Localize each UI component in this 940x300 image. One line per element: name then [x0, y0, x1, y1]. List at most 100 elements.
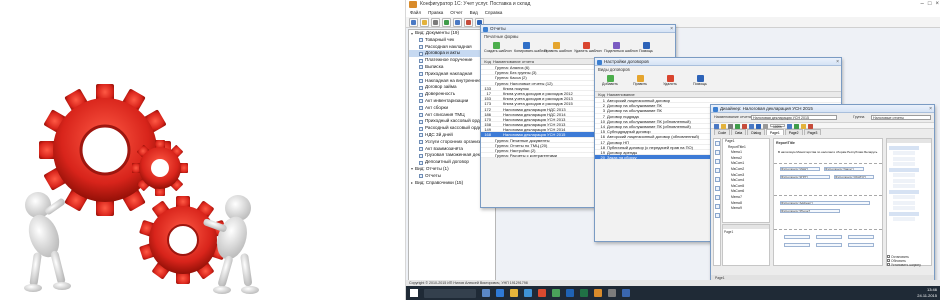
- menu-report[interactable]: Отчет: [450, 9, 462, 17]
- group-select[interactable]: Налоговые отчеты: [871, 115, 931, 120]
- checkbox[interactable]: [887, 259, 890, 262]
- report-field-empty[interactable]: [784, 235, 810, 239]
- toolbar-button[interactable]: Поделиться шаблон: [604, 42, 638, 57]
- list-icon[interactable]: [453, 18, 462, 27]
- toolbar-button[interactable]: Добавить: [598, 75, 622, 90]
- expand-toggle-icon[interactable]: ▸: [410, 181, 414, 185]
- tools-icon[interactable]: [431, 18, 440, 27]
- close-icon[interactable]: ×: [935, 0, 939, 9]
- data-tree-node[interactable]: [893, 195, 915, 199]
- task-view-icon[interactable]: [482, 289, 490, 297]
- report-title-band[interactable]: ReportTitle: [776, 141, 795, 145]
- data-tree-node[interactable]: [893, 162, 915, 166]
- data-tree-node[interactable]: [893, 206, 915, 210]
- media-icon[interactable]: [538, 289, 546, 297]
- app-green-icon[interactable]: [552, 289, 560, 297]
- column-name[interactable]: Наименование: [607, 92, 635, 97]
- palette-pict-icon[interactable]: [715, 168, 720, 173]
- report-field[interactable]: [frxCompany."OKATO"]: [834, 175, 874, 179]
- minimize-icon[interactable]: –: [921, 0, 924, 9]
- palette-shape-icon[interactable]: [715, 186, 720, 191]
- report-name-input[interactable]: Налоговая декларация УСН 2015: [751, 115, 837, 120]
- calendar-icon[interactable]: [464, 18, 473, 27]
- checkbox[interactable]: [887, 255, 890, 258]
- page-intro-text[interactable]: В налоговую Министерства по налогам и сб…: [778, 150, 878, 155]
- close-icon[interactable]: ×: [670, 25, 673, 33]
- zoom-select[interactable]: 100%: [770, 124, 785, 129]
- palette-memo-icon[interactable]: [715, 159, 720, 164]
- documents-icon[interactable]: [442, 18, 451, 27]
- report-field[interactable]: [frxCompany."Name"]: [824, 167, 864, 171]
- data-tree-node[interactable]: [893, 173, 915, 177]
- menu-file[interactable]: Файл: [410, 9, 421, 17]
- report-field[interactable]: [frxCompany."ИНН"]: [780, 167, 820, 171]
- accounting-app-icon[interactable]: [594, 289, 602, 297]
- report-field-empty[interactable]: [816, 235, 842, 239]
- tab-data[interactable]: Data: [731, 129, 747, 135]
- reports-window-titlebar[interactable]: Отчеты ×: [481, 25, 675, 33]
- explorer-icon[interactable]: [510, 289, 518, 297]
- close-icon[interactable]: ×: [929, 105, 932, 113]
- toolbar-button[interactable]: Удалить: [658, 75, 682, 90]
- expand-toggle-icon[interactable]: ▾: [410, 31, 414, 36]
- tab-page2[interactable]: Page2: [784, 129, 803, 135]
- palette-band-icon[interactable]: [715, 150, 720, 155]
- tab-page1[interactable]: Page1: [765, 129, 784, 135]
- palette-line-icon[interactable]: [715, 177, 720, 182]
- tab-code[interactable]: Code: [714, 129, 731, 135]
- tab-dialog[interactable]: Dialog: [747, 129, 765, 135]
- report-field[interactable]: [frxCompany."Address"]: [780, 201, 870, 205]
- report-field-empty[interactable]: [848, 235, 874, 239]
- toolbar-button[interactable]: Править шаблон: [544, 42, 572, 57]
- taskbar-clock[interactable]: 13:46 24.11.2015: [917, 287, 937, 298]
- close-icon[interactable]: ×: [836, 58, 839, 66]
- edge-icon[interactable]: [496, 289, 504, 297]
- report-field-empty[interactable]: [784, 243, 810, 247]
- column-code[interactable]: Код: [481, 59, 493, 64]
- toolbar-button[interactable]: Помощь: [688, 75, 712, 90]
- palette-barcode-icon[interactable]: [715, 204, 720, 209]
- tab-page3[interactable]: Page3: [803, 129, 822, 135]
- menu-help[interactable]: Справка: [485, 9, 503, 17]
- settings-icon[interactable]: [608, 289, 616, 297]
- menu-view[interactable]: Вид: [470, 9, 478, 17]
- toolbar-button[interactable]: Создать шаблон: [484, 42, 512, 57]
- designer-window-titlebar[interactable]: Дизайнер: Налоговая декларация УСН 2015 …: [711, 105, 934, 113]
- report-field[interactable]: [frxCompany."КПП"]: [780, 175, 830, 179]
- column-code[interactable]: Код: [595, 92, 607, 97]
- data-tree-node[interactable]: [893, 217, 915, 221]
- store-icon[interactable]: [524, 289, 532, 297]
- windows-start-icon[interactable]: [410, 289, 418, 297]
- report-field-empty[interactable]: [816, 243, 842, 247]
- object-tree-item[interactable]: Memo9: [723, 206, 769, 212]
- data-tree-node[interactable]: [893, 178, 915, 183]
- menu-edit[interactable]: Правка: [428, 9, 443, 17]
- maximize-icon[interactable]: □: [928, 0, 932, 9]
- toolbar-button[interactable]: Копировать шаблон: [514, 42, 547, 57]
- expand-toggle-icon[interactable]: ▾: [410, 167, 414, 171]
- column-report-name[interactable]: Наименование отчета: [493, 59, 534, 64]
- designer-option[interactable]: Установить ширину: [887, 263, 921, 267]
- contracts-window-titlebar[interactable]: Настройки договоров ×: [595, 58, 841, 66]
- data-tree-node[interactable]: [889, 167, 919, 172]
- data-tree-node[interactable]: [889, 211, 919, 216]
- word-icon[interactable]: [566, 289, 574, 297]
- data-tree-node[interactable]: [893, 156, 915, 161]
- taskbar-search-box[interactable]: [424, 288, 476, 298]
- open-icon[interactable]: [420, 18, 429, 27]
- report-field[interactable]: [frxCompany."Phone"]: [780, 209, 840, 213]
- app-blue-icon[interactable]: [622, 289, 630, 297]
- data-tree-node[interactable]: [889, 189, 919, 194]
- data-tree-node[interactable]: [893, 184, 915, 188]
- palette-chart-icon[interactable]: [715, 213, 720, 218]
- save-icon[interactable]: [409, 18, 418, 27]
- toolbar-button[interactable]: Править: [628, 75, 652, 90]
- palette-cancel-icon[interactable]: [715, 141, 720, 146]
- palette-checkbox-icon[interactable]: [715, 195, 720, 200]
- data-tree-node[interactable]: [893, 200, 915, 205]
- toolbar-button[interactable]: Удалить шаблон: [574, 42, 602, 57]
- checkbox[interactable]: [887, 263, 890, 266]
- data-tree-node[interactable]: [889, 145, 919, 150]
- toolbar-button[interactable]: Помощь: [634, 42, 658, 57]
- excel-icon[interactable]: [580, 289, 588, 297]
